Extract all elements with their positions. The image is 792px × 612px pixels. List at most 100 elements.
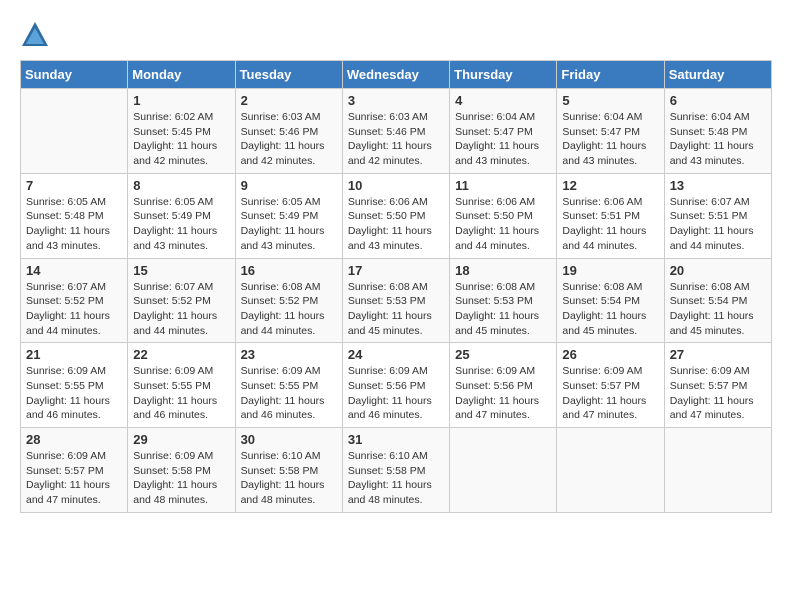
day-number: 31: [348, 432, 444, 447]
calendar-cell: 30 Sunrise: 6:10 AMSunset: 5:58 PMDayligh…: [235, 428, 342, 513]
day-info: Sunrise: 6:09 AMSunset: 5:58 PMDaylight:…: [133, 449, 229, 508]
calendar-cell: 4 Sunrise: 6:04 AMSunset: 5:47 PMDaylight…: [450, 89, 557, 174]
day-number: 6: [670, 93, 766, 108]
calendar-cell: 22 Sunrise: 6:09 AMSunset: 5:55 PMDayligh…: [128, 343, 235, 428]
day-number: 3: [348, 93, 444, 108]
calendar-cell: 29Sunrise: 6:09 AMSunset: 5:58 PMDayligh…: [128, 428, 235, 513]
day-info: Sunrise: 6:10 AMSunset: 5:58 PMDaylight:…: [241, 449, 337, 508]
calendar-cell: 28 Sunrise: 6:09 AMSunset: 5:57 PMDayligh…: [21, 428, 128, 513]
day-number: 30: [241, 432, 337, 447]
header-day-saturday: Saturday: [664, 61, 771, 89]
day-info: Sunrise: 6:08 AMSunset: 5:54 PMDaylight:…: [670, 280, 766, 339]
day-number: 23: [241, 347, 337, 362]
week-row-4: 28 Sunrise: 6:09 AMSunset: 5:57 PMDayligh…: [21, 428, 772, 513]
day-number: 8: [133, 178, 229, 193]
day-info: Sunrise: 6:09 AMSunset: 5:55 PMDaylight:…: [133, 364, 229, 423]
day-number: 13: [670, 178, 766, 193]
calendar-cell: 3 Sunrise: 6:03 AMSunset: 5:46 PMDaylight…: [342, 89, 449, 174]
calendar-cell: 9Sunrise: 6:05 AMSunset: 5:49 PMDaylight…: [235, 173, 342, 258]
day-info: Sunrise: 6:09 AMSunset: 5:57 PMDaylight:…: [562, 364, 658, 423]
day-number: 12: [562, 178, 658, 193]
day-info: Sunrise: 6:06 AMSunset: 5:50 PMDaylight:…: [455, 195, 551, 254]
calendar-cell: 13 Sunrise: 6:07 AMSunset: 5:51 PMDayligh…: [664, 173, 771, 258]
calendar-cell: 16Sunrise: 6:08 AMSunset: 5:52 PMDayligh…: [235, 258, 342, 343]
day-info: Sunrise: 6:08 AMSunset: 5:52 PMDaylight:…: [241, 280, 337, 339]
day-info: Sunrise: 6:09 AMSunset: 5:55 PMDaylight:…: [26, 364, 122, 423]
day-number: 26: [562, 347, 658, 362]
day-number: 14: [26, 263, 122, 278]
day-number: 20: [670, 263, 766, 278]
header-day-tuesday: Tuesday: [235, 61, 342, 89]
day-info: Sunrise: 6:04 AMSunset: 5:47 PMDaylight:…: [562, 110, 658, 169]
calendar-cell: 6 Sunrise: 6:04 AMSunset: 5:48 PMDaylight…: [664, 89, 771, 174]
calendar-body: 1 Sunrise: 6:02 AMSunset: 5:45 PMDaylight…: [21, 89, 772, 513]
day-number: 2: [241, 93, 337, 108]
day-number: 21: [26, 347, 122, 362]
calendar-cell: 11 Sunrise: 6:06 AMSunset: 5:50 PMDayligh…: [450, 173, 557, 258]
calendar-cell: 1 Sunrise: 6:02 AMSunset: 5:45 PMDaylight…: [128, 89, 235, 174]
week-row-3: 21 Sunrise: 6:09 AMSunset: 5:55 PMDayligh…: [21, 343, 772, 428]
day-number: 28: [26, 432, 122, 447]
week-row-2: 14 Sunrise: 6:07 AMSunset: 5:52 PMDayligh…: [21, 258, 772, 343]
calendar-cell: 24Sunrise: 6:09 AMSunset: 5:56 PMDayligh…: [342, 343, 449, 428]
day-number: 18: [455, 263, 551, 278]
day-info: Sunrise: 6:07 AMSunset: 5:52 PMDaylight:…: [133, 280, 229, 339]
logo-icon: [20, 20, 50, 50]
logo: [20, 20, 54, 50]
day-info: Sunrise: 6:06 AMSunset: 5:51 PMDaylight:…: [562, 195, 658, 254]
calendar-cell: 7 Sunrise: 6:05 AMSunset: 5:48 PMDaylight…: [21, 173, 128, 258]
day-info: Sunrise: 6:07 AMSunset: 5:51 PMDaylight:…: [670, 195, 766, 254]
day-info: Sunrise: 6:09 AMSunset: 5:56 PMDaylight:…: [348, 364, 444, 423]
header-day-wednesday: Wednesday: [342, 61, 449, 89]
day-info: Sunrise: 6:04 AMSunset: 5:48 PMDaylight:…: [670, 110, 766, 169]
calendar-cell: 27 Sunrise: 6:09 AMSunset: 5:57 PMDayligh…: [664, 343, 771, 428]
day-info: Sunrise: 6:05 AMSunset: 5:48 PMDaylight:…: [26, 195, 122, 254]
day-info: Sunrise: 6:07 AMSunset: 5:52 PMDaylight:…: [26, 280, 122, 339]
day-info: Sunrise: 6:03 AMSunset: 5:46 PMDaylight:…: [241, 110, 337, 169]
calendar-cell: 20 Sunrise: 6:08 AMSunset: 5:54 PMDayligh…: [664, 258, 771, 343]
week-row-1: 7 Sunrise: 6:05 AMSunset: 5:48 PMDaylight…: [21, 173, 772, 258]
day-info: Sunrise: 6:08 AMSunset: 5:53 PMDaylight:…: [455, 280, 551, 339]
calendar-cell: 2 Sunrise: 6:03 AMSunset: 5:46 PMDaylight…: [235, 89, 342, 174]
calendar-cell: 15Sunrise: 6:07 AMSunset: 5:52 PMDayligh…: [128, 258, 235, 343]
week-row-0: 1 Sunrise: 6:02 AMSunset: 5:45 PMDaylight…: [21, 89, 772, 174]
day-number: 4: [455, 93, 551, 108]
day-info: Sunrise: 6:05 AMSunset: 5:49 PMDaylight:…: [133, 195, 229, 254]
day-info: Sunrise: 6:08 AMSunset: 5:54 PMDaylight:…: [562, 280, 658, 339]
header-day-friday: Friday: [557, 61, 664, 89]
day-number: 1: [133, 93, 229, 108]
day-info: Sunrise: 6:02 AMSunset: 5:45 PMDaylight:…: [133, 110, 229, 169]
day-number: 22: [133, 347, 229, 362]
day-number: 27: [670, 347, 766, 362]
day-number: 7: [26, 178, 122, 193]
page-header: [20, 20, 772, 50]
day-info: Sunrise: 6:04 AMSunset: 5:47 PMDaylight:…: [455, 110, 551, 169]
calendar-table: SundayMondayTuesdayWednesdayThursdayFrid…: [20, 60, 772, 513]
day-info: Sunrise: 6:09 AMSunset: 5:57 PMDaylight:…: [670, 364, 766, 423]
day-info: Sunrise: 6:09 AMSunset: 5:55 PMDaylight:…: [241, 364, 337, 423]
calendar-cell: 5 Sunrise: 6:04 AMSunset: 5:47 PMDaylight…: [557, 89, 664, 174]
calendar-cell: [664, 428, 771, 513]
day-info: Sunrise: 6:05 AMSunset: 5:49 PMDaylight:…: [241, 195, 337, 254]
day-info: Sunrise: 6:03 AMSunset: 5:46 PMDaylight:…: [348, 110, 444, 169]
header-row: SundayMondayTuesdayWednesdayThursdayFrid…: [21, 61, 772, 89]
calendar-header: SundayMondayTuesdayWednesdayThursdayFrid…: [21, 61, 772, 89]
day-number: 5: [562, 93, 658, 108]
calendar-cell: 10Sunrise: 6:06 AMSunset: 5:50 PMDayligh…: [342, 173, 449, 258]
calendar-cell: 25 Sunrise: 6:09 AMSunset: 5:56 PMDayligh…: [450, 343, 557, 428]
calendar-cell: [557, 428, 664, 513]
header-day-thursday: Thursday: [450, 61, 557, 89]
day-info: Sunrise: 6:08 AMSunset: 5:53 PMDaylight:…: [348, 280, 444, 339]
calendar-cell: 17 Sunrise: 6:08 AMSunset: 5:53 PMDayligh…: [342, 258, 449, 343]
calendar-cell: 19 Sunrise: 6:08 AMSunset: 5:54 PMDayligh…: [557, 258, 664, 343]
day-number: 19: [562, 263, 658, 278]
calendar-cell: 23 Sunrise: 6:09 AMSunset: 5:55 PMDayligh…: [235, 343, 342, 428]
day-number: 10: [348, 178, 444, 193]
day-number: 17: [348, 263, 444, 278]
day-info: Sunrise: 6:09 AMSunset: 5:57 PMDaylight:…: [26, 449, 122, 508]
day-number: 11: [455, 178, 551, 193]
day-info: Sunrise: 6:10 AMSunset: 5:58 PMDaylight:…: [348, 449, 444, 508]
day-number: 25: [455, 347, 551, 362]
calendar-cell: 18 Sunrise: 6:08 AMSunset: 5:53 PMDayligh…: [450, 258, 557, 343]
day-info: Sunrise: 6:09 AMSunset: 5:56 PMDaylight:…: [455, 364, 551, 423]
